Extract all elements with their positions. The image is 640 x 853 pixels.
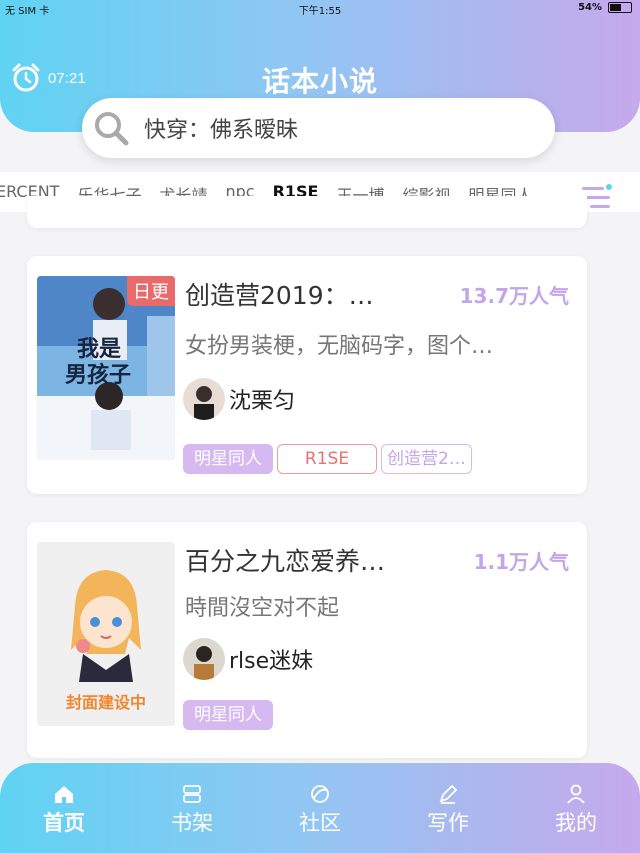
popularity-count: 1.1万人气 — [473, 550, 569, 574]
battery-status: 54% — [578, 2, 632, 13]
status-bar: 无 SIM 卡 下午1:55 54% — [0, 0, 640, 18]
popularity-count: 13.7万人气 — [459, 284, 569, 308]
nav-write-label: 写作 — [427, 811, 469, 835]
battery-icon — [608, 2, 632, 13]
book-cover: 我是 男孩子 日更 — [37, 276, 175, 460]
book-card[interactable]: 封面建设中 百分之九恋爱养… 1.1万人气 時間沒空对不起 rlse迷妹 明星同… — [27, 522, 587, 758]
cover-title-line2: 男孩子 — [65, 362, 131, 388]
author-name: 沈栗匀 — [229, 389, 296, 414]
author-info[interactable]: 沈栗匀 — [183, 378, 295, 420]
placeholder-mascot: 封面建设中 — [37, 542, 175, 726]
tag-chip[interactable]: 创造营2… — [381, 444, 472, 474]
author-avatar — [183, 638, 225, 680]
app-title: 话本小说 — [261, 65, 378, 98]
nav-home[interactable]: 首页 — [0, 763, 128, 853]
author-info[interactable]: rlse迷妹 — [183, 638, 313, 680]
search-bar[interactable]: 快穿：佛系暧昧 — [82, 98, 555, 158]
previous-book-card[interactable] — [27, 196, 587, 228]
author-name: rlse迷妹 — [229, 649, 314, 674]
tag-list: 明星同人 R1SE 创造营2… — [183, 444, 472, 474]
bookshelf-icon — [183, 785, 201, 803]
placeholder-caption: 封面建设中 — [66, 693, 146, 712]
bottom-navigation: 首页 书架 社区 写作 我的 — [0, 763, 640, 853]
book-title: 百分之九恋爱养… — [185, 547, 386, 576]
tag-list: 明星同人 — [183, 700, 273, 730]
cover-title-line1: 我是 — [77, 336, 121, 362]
nav-home-label: 首页 — [43, 811, 85, 835]
nav-write[interactable]: 写作 — [384, 763, 512, 853]
nav-bookshelf[interactable]: 书架 — [128, 763, 256, 853]
nav-mine-label: 我的 — [555, 811, 597, 835]
author-avatar — [183, 378, 225, 420]
community-icon — [311, 785, 329, 803]
book-card[interactable]: 我是 男孩子 日更 创造营2019：… 13.7万人气 女扮男装梗，无脑码字，图… — [27, 256, 587, 494]
nav-community-label: 社区 — [299, 811, 341, 835]
search-icon — [95, 112, 129, 146]
user-icon — [567, 784, 585, 804]
book-summary: 時間沒空对不起 — [185, 596, 340, 621]
nav-community[interactable]: 社区 — [256, 763, 384, 853]
tag-chip[interactable]: 明星同人 — [183, 700, 273, 730]
search-query: 快穿：佛系暧昧 — [144, 118, 299, 143]
daily-update-badge: 日更 — [127, 276, 175, 306]
pencil-icon — [439, 784, 458, 804]
nav-bookshelf-label: 书架 — [171, 811, 213, 835]
nav-mine[interactable]: 我的 — [512, 763, 640, 853]
tag-chip[interactable]: R1SE — [277, 444, 377, 474]
book-summary: 女扮男装梗，无脑码字，图个… — [185, 334, 494, 359]
home-icon — [55, 786, 73, 803]
book-cover-placeholder: 封面建设中 — [37, 542, 175, 726]
tag-chip[interactable]: 明星同人 — [183, 444, 273, 474]
book-title: 创造营2019：… — [185, 281, 374, 310]
clock-label: 下午1:55 — [298, 6, 342, 17]
battery-percent: 54% — [578, 2, 602, 13]
